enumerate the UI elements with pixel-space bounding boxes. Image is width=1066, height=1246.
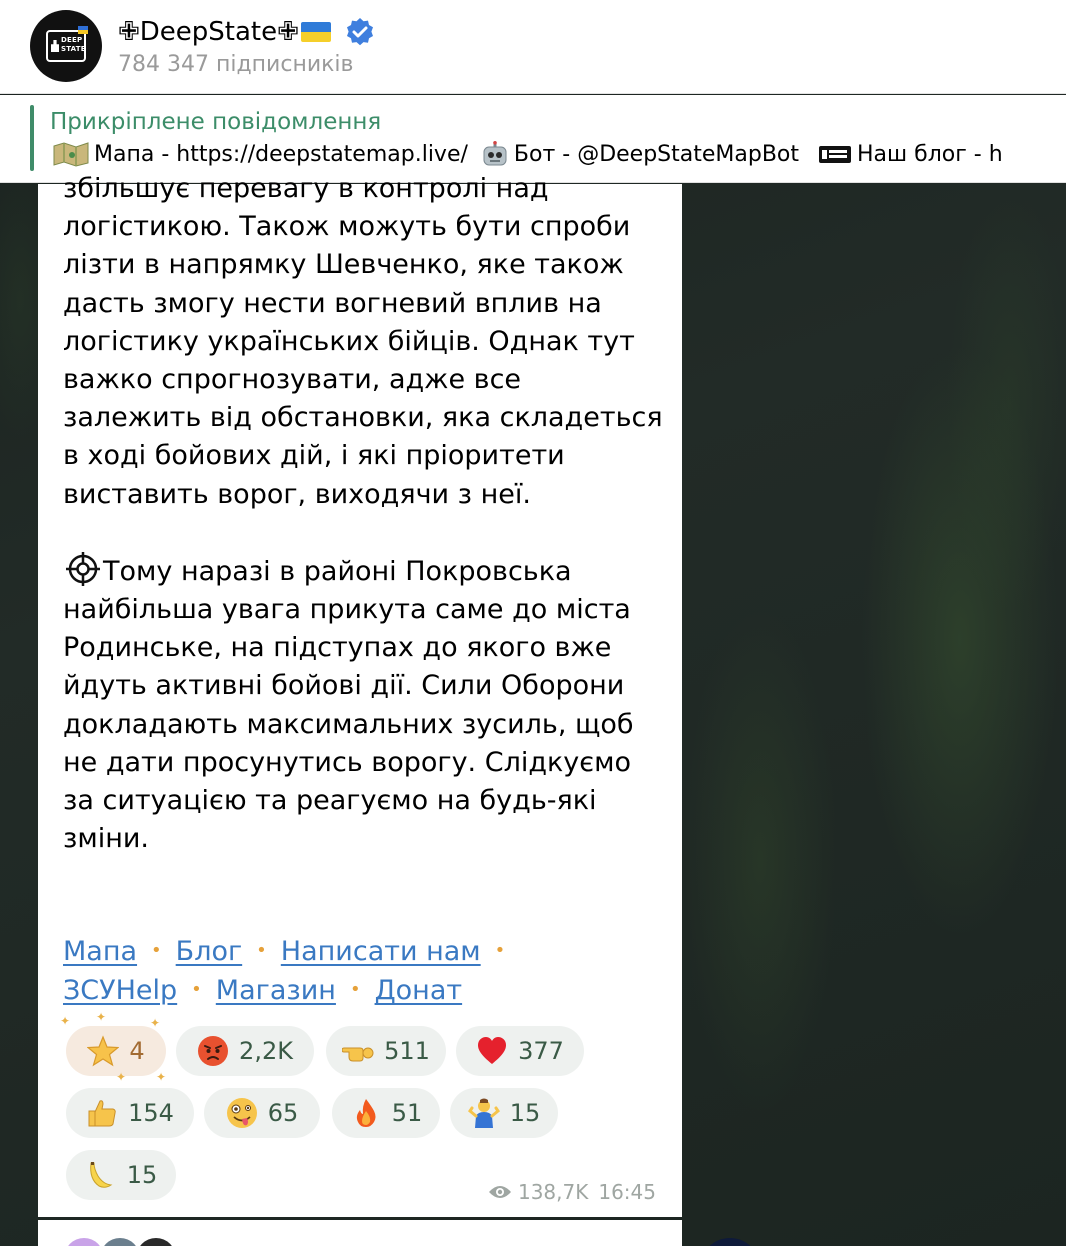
- next-message-bubble: [38, 1220, 682, 1246]
- commenter-avatar[interactable]: [64, 1238, 104, 1246]
- message-bubble: збільшує перевагу в контролі над логісти…: [38, 173, 682, 1217]
- red-heart-icon: [478, 1037, 507, 1064]
- pointing-hand-icon: [342, 1047, 374, 1062]
- pinned-blog-text: Наш блог - h: [857, 141, 1003, 167]
- message-paragraph-1: збільшує перевагу в контролі над логісти…: [63, 173, 663, 510]
- channel-header: DEEP STATE ✙DeepState✙ 784 347 підписник…: [0, 0, 1066, 94]
- ukraine-flag-icon: [300, 22, 331, 42]
- zany-face-icon: [226, 1098, 257, 1128]
- reaction-star[interactable]: ✦ ✦ ✦ ✦ ✦ 4: [60, 1010, 166, 1084]
- reaction-thumbs-up[interactable]: 154: [66, 1088, 194, 1138]
- reaction-shrug[interactable]: 15: [450, 1088, 558, 1138]
- deepstate-logo-icon: DEEP STATE: [46, 26, 88, 62]
- pinned-bot-text: Бот - @DeepStateMapBot: [513, 141, 800, 167]
- pinned-text: Мапа - https://deepstatemap.live/ Бот - …: [52, 139, 1003, 169]
- reaction-count: 51: [391, 1099, 423, 1127]
- reaction-count: 4: [129, 1037, 145, 1065]
- message-time: 16:45: [598, 1180, 656, 1204]
- avatar-logo-text: DEEP STATE: [61, 36, 86, 53]
- reaction-count: 511: [384, 1037, 430, 1065]
- pinned-map-text: Мапа - https://deepstatemap.live/: [94, 141, 468, 167]
- banana-icon: [89, 1162, 113, 1188]
- reaction-count: 2,2K: [239, 1037, 293, 1065]
- reaction-count: 15: [126, 1161, 158, 1189]
- reaction-heart[interactable]: 377: [456, 1026, 584, 1076]
- reaction-count: 377: [518, 1037, 564, 1065]
- channel-name: ✙DeepState✙: [118, 17, 299, 47]
- pinned-title: Прикріплене повідомлення: [50, 109, 382, 135]
- bullet-dot: •: [151, 940, 162, 961]
- reaction-pointing[interactable]: 511: [326, 1026, 446, 1076]
- robot-icon: [483, 141, 507, 166]
- bullet-dot: •: [349, 979, 361, 1000]
- link-write-us[interactable]: Написати нам: [281, 936, 481, 967]
- angry-face-icon: [198, 1036, 229, 1066]
- link-zsuhelp[interactable]: ЗСУHelp: [63, 975, 177, 1006]
- reaction-count: 154: [128, 1099, 174, 1127]
- bullet-dot: •: [191, 979, 202, 1000]
- message-text: збільшує перевагу в контролі над логісти…: [63, 170, 663, 858]
- star-icon: [87, 1035, 120, 1067]
- deepstate-blog-icon: [819, 146, 852, 163]
- link-shop[interactable]: Магазин: [216, 975, 336, 1006]
- message-links: Мапа • Блог • Написати нам • ЗСУHelp • Магазин •…: [63, 932, 623, 1010]
- commenter-avatar[interactable]: [136, 1238, 176, 1246]
- message-paragraph-2: Тому наразі в районі Покровська найбільш…: [63, 551, 663, 859]
- link-blog[interactable]: Блог: [176, 936, 243, 967]
- eye-icon: [488, 1186, 511, 1198]
- reaction-angry[interactable]: 2,2K: [176, 1026, 314, 1076]
- channel-avatar[interactable]: DEEP STATE: [30, 10, 102, 82]
- commenter-avatar[interactable]: [100, 1238, 140, 1246]
- fire-icon: [356, 1099, 376, 1127]
- message-paragraph-2-text: Тому наразі в районі Покровська найбільш…: [63, 555, 634, 855]
- link-donate[interactable]: Донат: [375, 975, 463, 1006]
- link-map[interactable]: Мапа: [63, 936, 137, 967]
- reaction-banana[interactable]: 15: [66, 1150, 176, 1200]
- person-shrugging-icon: [467, 1098, 500, 1128]
- target-icon: [66, 551, 100, 586]
- reaction-count: 15: [509, 1099, 541, 1127]
- bullet-dot: •: [256, 940, 267, 961]
- channel-title[interactable]: ✙DeepState✙: [118, 14, 375, 50]
- subscriber-count: 784 347 підписників: [118, 52, 354, 77]
- pinned-accent-line: [30, 105, 34, 171]
- reaction-fire[interactable]: 51: [332, 1088, 440, 1138]
- message-meta: 138,7K 16:45: [488, 1180, 656, 1204]
- reaction-zany[interactable]: 65: [204, 1088, 320, 1138]
- map-icon: [53, 142, 89, 167]
- verified-badge-icon: [346, 18, 373, 46]
- reaction-count: 65: [267, 1099, 299, 1127]
- bullet-dot: •: [494, 940, 506, 961]
- view-count: 138,7K: [517, 1180, 589, 1204]
- thumbs-up-icon: [88, 1100, 116, 1127]
